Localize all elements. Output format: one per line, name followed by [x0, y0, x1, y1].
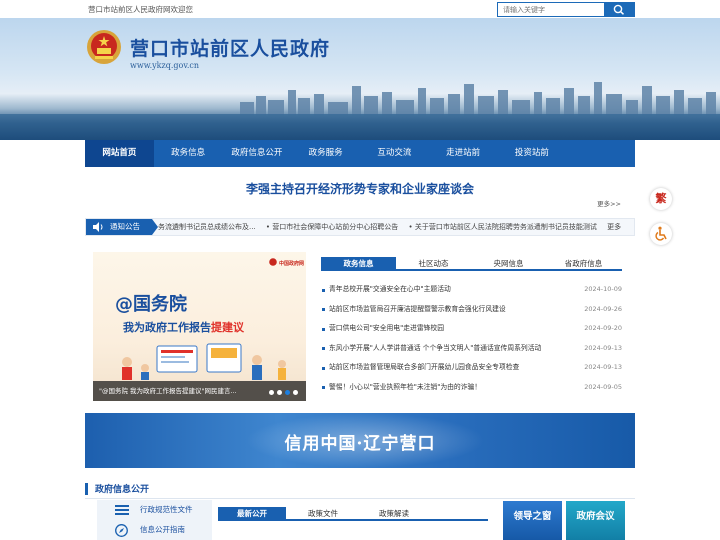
slide-subtitle: 我为政府工作报告提建议: [123, 321, 244, 334]
slide-dot[interactable]: [269, 390, 274, 395]
slide-dot-active[interactable]: [285, 390, 290, 395]
site-url: www.ykzq.gov.cn: [130, 61, 200, 70]
credit-china-banner[interactable]: 信用中国·辽宁营口: [85, 413, 635, 468]
notice-more-link[interactable]: 更多: [607, 223, 621, 231]
section-title: 政府信息公开: [95, 485, 150, 495]
tab-gov-affairs[interactable]: 政务信息: [321, 257, 396, 269]
notice-items: 务流遴制书记员总成绩公布及... • 营口市社会保障中心站前分中心招聘公告 • …: [158, 219, 634, 235]
slide-illustration: [122, 343, 286, 380]
tab-policy-documents[interactable]: 政策文件: [289, 507, 357, 519]
credit-banner-text: 信用中国·辽宁营口: [284, 434, 436, 454]
speaker-icon: [93, 222, 103, 232]
wheelchair-icon: [655, 226, 667, 241]
list-item[interactable]: 青年总校开展"交通安全在心中"主题活动 2024-10-09: [321, 280, 622, 300]
nav-interaction[interactable]: 互动交流: [360, 140, 429, 167]
main-nav: 网站首页 政务信息 政府信息公开 政务服务 互动交流 走进站前 投资站前: [85, 140, 635, 167]
site-title: 营口市站前区人民政府: [130, 38, 331, 60]
news-tabs: 政务信息 社区动态 央网信息 省政府信息: [321, 257, 622, 271]
slide-headline: @国务院: [115, 294, 187, 315]
welcome-text: 营口市站前区人民政府网欢迎您: [88, 5, 193, 14]
tab-central-news[interactable]: 央网信息: [471, 257, 546, 269]
slide-logo-text: 中国政府网: [279, 261, 305, 267]
notice-item[interactable]: 务流遴制书记员总成绩公布及...: [158, 223, 256, 231]
accessibility-button[interactable]: [650, 223, 672, 245]
left-nav-regulatory-docs[interactable]: 行政规范性文件: [97, 500, 212, 520]
headline-box: 李强主持召开经济形势专家和企业家座谈会 更多>>: [85, 173, 635, 211]
sea-graphic: [0, 114, 720, 140]
slide-dot[interactable]: [293, 390, 298, 395]
headline-link[interactable]: 李强主持召开经济形势专家和企业家座谈会: [85, 180, 635, 197]
slide-pagination: [266, 388, 298, 397]
national-emblem-icon: [87, 30, 121, 64]
gov-info-section-header: 政府信息公开: [85, 482, 635, 499]
nav-gov-affairs[interactable]: 政务信息: [154, 140, 223, 167]
tab-policy-interpretation[interactable]: 政策解读: [360, 507, 428, 519]
search-icon: [613, 4, 625, 15]
emblem-icon: [269, 258, 277, 266]
headline-more-link[interactable]: 更多>>: [597, 198, 621, 208]
search-input[interactable]: [498, 3, 606, 16]
city-skyline-graphic: [240, 82, 716, 118]
compass-icon: [115, 524, 128, 537]
nav-home[interactable]: 网站首页: [85, 140, 154, 167]
gov-info-left-nav: 行政规范性文件 信息公开指南: [97, 500, 212, 540]
nav-invest[interactable]: 投资站前: [498, 140, 567, 167]
search-button[interactable]: [604, 3, 634, 16]
tab-latest-disclosure[interactable]: 最新公开: [218, 507, 286, 519]
news-slideshow[interactable]: 中国政府网 @国务院 我为政府工作报告提建议 "@国务院 我为政府工作报告提建议…: [93, 252, 306, 401]
notice-bar: 通知公告 务流遴制书记员总成绩公布及... • 营口市社会保障中心站前分中心招聘…: [85, 218, 635, 236]
traditional-chinese-button[interactable]: 繁: [650, 188, 672, 210]
left-nav-disclosure-guide[interactable]: 信息公开指南: [97, 520, 212, 540]
nav-info-disclosure[interactable]: 政府信息公开: [223, 140, 292, 167]
tab-community[interactable]: 社区动态: [396, 257, 471, 269]
leader-window-button[interactable]: 领导之窗: [503, 501, 562, 540]
list-item[interactable]: 站前区市场监管局召开廉洁提醒暨警示教育会强化行风建设 2024-09-26: [321, 300, 622, 320]
search-box: [497, 2, 635, 17]
notice-label: 通知公告: [86, 219, 158, 235]
nav-about[interactable]: 走进站前: [429, 140, 498, 167]
list-item[interactable]: 东风小学开展"人人学讲普通话 个个争当文明人"普通话宣传周系列活动 2024-09…: [321, 339, 622, 359]
tab-provincial-news[interactable]: 省政府信息: [546, 257, 621, 269]
list-item[interactable]: 站前区市场监督管理局联合多部门开展幼儿园食品安全专项检查 2024-09-13: [321, 358, 622, 378]
notice-item[interactable]: • 营口市社会保障中心站前分中心招聘公告: [266, 223, 398, 231]
top-bar: 营口市站前区人民政府网欢迎您: [0, 0, 720, 18]
list-icon: [115, 505, 129, 515]
news-list: 青年总校开展"交通安全在心中"主题活动 2024-10-09 站前区市场监管局召开…: [321, 280, 622, 398]
gov-meeting-button[interactable]: 政府会议: [566, 501, 625, 540]
list-item[interactable]: 营口供电公司"安全用电"走进雷锋校园 2024-09-20: [321, 319, 622, 339]
gov-info-tabs: 最新公开 政策文件 政策解读: [218, 507, 488, 521]
nav-gov-services[interactable]: 政务服务: [291, 140, 360, 167]
slide-dot[interactable]: [277, 390, 282, 395]
notice-item[interactable]: • 关于营口市站前区人民法院招聘劳务派遣制书记员技能测试: [409, 223, 597, 231]
list-item[interactable]: 警惕！小心以"营业执照年检"未注销"为由的诈骗！ 2024-09-05: [321, 378, 622, 398]
